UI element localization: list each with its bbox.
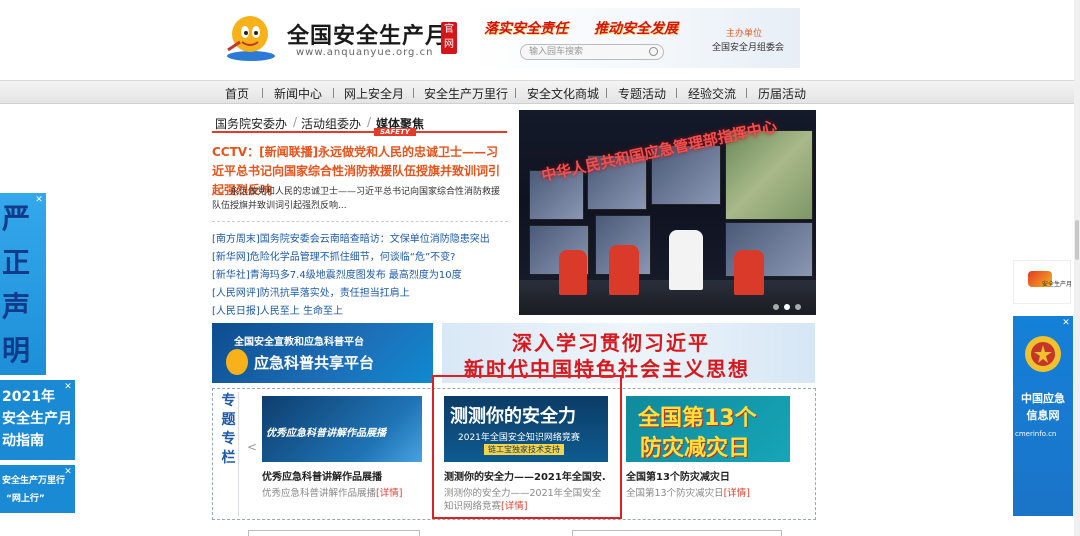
tab-state-council[interactable]: 国务院安委办 bbox=[215, 115, 287, 132]
slogan-2: 推动安全发展 bbox=[594, 21, 678, 37]
highlight-box bbox=[432, 375, 622, 519]
emergency-ad-url: cmerinfo.cn bbox=[1015, 430, 1057, 438]
guide-year: 2021年 bbox=[2, 389, 55, 405]
emergency-emblem-icon bbox=[1025, 336, 1061, 372]
statement-float-ad[interactable]: 严 正 声 明 ✕ bbox=[0, 193, 46, 375]
prev-arrow-icon[interactable]: < bbox=[247, 440, 257, 454]
safety-month-logo-text: 安全生产月 bbox=[1042, 281, 1073, 288]
divider bbox=[212, 221, 508, 222]
news-list-item[interactable]: [人民网评]防汛抗旱落实处，责任担当扛肩上 bbox=[212, 284, 410, 299]
news-list-item[interactable]: [人民日报]人民至上 生命至上 bbox=[212, 302, 343, 317]
nav-separator bbox=[746, 88, 747, 98]
disaster-image-line-2: 防灾减灾日 bbox=[640, 436, 751, 461]
nav-item-mall[interactable]: 安全文化商城 bbox=[527, 85, 599, 102]
nav-item-news[interactable]: 新闻中心 bbox=[274, 85, 322, 102]
guide-line-1: 安全生产月 bbox=[2, 411, 72, 427]
special-label-char: 题 bbox=[221, 412, 236, 428]
search-placeholder: 输入园车搜索 bbox=[529, 47, 584, 57]
nav-item-special[interactable]: 专题活动 bbox=[618, 85, 666, 102]
special-label-char: 专 bbox=[221, 431, 236, 447]
page: 全国安全生产月 官网 www.anquanyue.org.cn 落实安全责任 推… bbox=[0, 0, 1080, 536]
special-label-char: 栏 bbox=[221, 450, 236, 466]
tour-line-2: “网上行” bbox=[6, 494, 45, 504]
host-name: 全国安全月组委会 bbox=[712, 43, 785, 53]
platform-line-2: 应急科普共享平台 bbox=[254, 354, 375, 372]
close-icon[interactable]: ✕ bbox=[63, 467, 73, 477]
featured-photo[interactable]: 中华人民共和国应急管理部指挥中心 bbox=[519, 110, 816, 315]
official-badge: 官网 bbox=[441, 22, 457, 54]
photo-person bbox=[559, 250, 587, 295]
mascot-icon bbox=[226, 349, 248, 375]
host-label: 主办单位 bbox=[726, 29, 763, 39]
nav-item-experience[interactable]: 经验交流 bbox=[688, 85, 736, 102]
safety-badge: SAFETY bbox=[374, 128, 416, 136]
carousel-dot-active[interactable] bbox=[784, 304, 790, 310]
nav-separator bbox=[262, 88, 263, 98]
nav-item-home[interactable]: 首页 bbox=[225, 85, 249, 102]
statement-char: 声 bbox=[2, 290, 31, 323]
tab-separator: / bbox=[367, 115, 372, 129]
nav-separator bbox=[333, 88, 334, 98]
card-desc-text: 全国第13个防灾减灾日 bbox=[626, 488, 724, 499]
card-more-link[interactable]: [详情] bbox=[724, 488, 750, 499]
nav-separator bbox=[515, 88, 516, 98]
special-column-label: 专 题 专 栏 bbox=[219, 392, 239, 516]
safety-month-logo-float[interactable]: 安全生产月 bbox=[1013, 260, 1073, 304]
photo-person bbox=[734, 250, 764, 295]
close-icon[interactable]: ✕ bbox=[63, 382, 73, 392]
emergency-ad-title: 中国应急信息网 bbox=[1021, 392, 1065, 422]
card-title[interactable]: 优秀应急科普讲解作品展播 bbox=[262, 468, 422, 483]
tour-float-ad[interactable]: 安全生产万里行 “网上行” ✕ bbox=[0, 465, 75, 513]
nav-item-history[interactable]: 历届活动 bbox=[758, 85, 806, 102]
search-input[interactable]: 输入园车搜索 bbox=[520, 44, 664, 60]
news-list-item[interactable]: [新华社]青海玛多7.4级地震烈度图发布 最高烈度为10度 bbox=[212, 266, 462, 281]
emergency-info-float-ad[interactable]: ✕ 中国应急信息网 cmerinfo.cn bbox=[1013, 316, 1073, 516]
bottom-box bbox=[248, 530, 420, 536]
special-label-char: 专 bbox=[221, 393, 236, 409]
nav-item-online-month[interactable]: 网上安全月 bbox=[344, 85, 404, 102]
scrollbar[interactable] bbox=[1074, 0, 1080, 536]
photo-person bbox=[669, 230, 703, 290]
close-icon[interactable]: ✕ bbox=[34, 195, 44, 205]
slogan-1: 落实安全责任 bbox=[484, 21, 568, 37]
news-list-item[interactable]: [南方周末]国务院安委会云南暗查暗访：文保单位消防隐患突出 bbox=[212, 230, 490, 245]
card-desc-text: 优秀应急科普讲解作品展播 bbox=[262, 488, 377, 499]
card-title[interactable]: 全国第13个防灾减灾日 bbox=[626, 468, 790, 483]
card-image-disaster-day[interactable]: 全国第13个 防灾减灾日 bbox=[626, 396, 790, 462]
study-line-1: 深入学习贯彻习近平 bbox=[512, 331, 710, 355]
bottom-box bbox=[572, 530, 782, 536]
disaster-image-line-1: 全国第13个 bbox=[638, 406, 757, 431]
nav-separator bbox=[413, 88, 414, 98]
card-more-link[interactable]: [详情] bbox=[376, 488, 402, 499]
card-image-showcase[interactable]: 优秀应急科普讲解作品展播 bbox=[262, 396, 422, 462]
statement-char: 正 bbox=[2, 246, 31, 279]
card-description: 优秀应急科普讲解作品展播[详情] bbox=[262, 487, 422, 500]
nav-separator bbox=[606, 88, 607, 98]
headline-summary[interactable]: 永远做党和人民的忠诚卫士——习近平总书记向国家综合性消防救援队伍授旗并致训词引起… bbox=[212, 185, 508, 213]
scrollbar-thumb[interactable] bbox=[1075, 220, 1079, 260]
tour-line-1: 安全生产万里行 bbox=[2, 476, 66, 486]
tab-separator: / bbox=[293, 115, 298, 129]
statement-char: 明 bbox=[2, 334, 31, 367]
carousel-dot[interactable] bbox=[773, 304, 779, 310]
emergency-platform-banner[interactable]: 全国安全宣教和应急科普平台 应急科普共享平台 bbox=[212, 323, 433, 383]
site-title[interactable]: 全国安全生产月 bbox=[287, 18, 448, 50]
card-description: 全国第13个防灾减灾日[详情] bbox=[626, 487, 790, 500]
platform-line-1: 全国安全宣教和应急科普平台 bbox=[234, 337, 364, 348]
study-banner[interactable]: 深入学习贯彻习近平 新时代中国特色社会主义思想 bbox=[442, 323, 815, 383]
card-image-text: 优秀应急科普讲解作品展播 bbox=[266, 428, 386, 439]
tab-committee[interactable]: 活动组委办 bbox=[301, 115, 361, 132]
carousel-dot[interactable] bbox=[795, 304, 801, 310]
nav-separator bbox=[676, 88, 677, 98]
site-url: www.anquanyue.org.cn bbox=[296, 47, 434, 58]
nav-item-tour[interactable]: 安全生产万里行 bbox=[424, 85, 508, 102]
search-icon[interactable] bbox=[649, 47, 658, 56]
guide-float-ad[interactable]: 2021年 安全生产月 动指南 ✕ bbox=[0, 380, 75, 460]
close-icon[interactable]: ✕ bbox=[1061, 318, 1071, 328]
guide-line-2: 动指南 bbox=[2, 433, 44, 449]
mascot-logo-icon[interactable] bbox=[220, 12, 282, 62]
news-list-item[interactable]: [新华网]危险化学品管理不抓住细节，何谈临“危”不变? bbox=[212, 248, 455, 263]
photo-person bbox=[609, 245, 639, 295]
